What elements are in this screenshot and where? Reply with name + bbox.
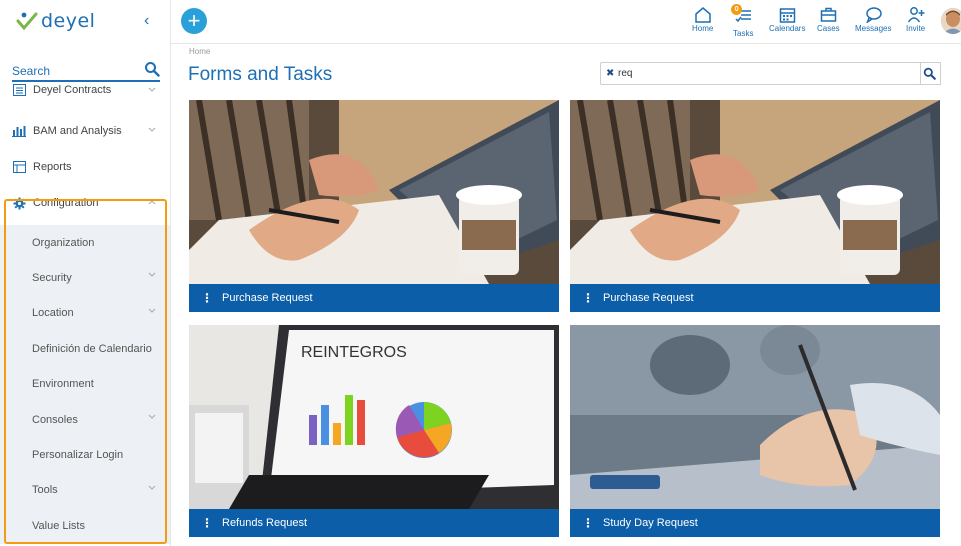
sidebar-subitem-consoles[interactable]: Consoles <box>0 401 170 438</box>
bar-chart-icon <box>12 124 26 138</box>
filter-value: req <box>618 68 633 79</box>
sidebar-subitem-label: Personalizar Login <box>32 449 124 462</box>
form-card-refunds-request[interactable]: REINTEGROS ⋮ Refunds Request <box>189 325 559 537</box>
card-title-bar: ⋮ Refunds Request <box>189 509 559 537</box>
sidebar-subitem-label: Definición de Calendario <box>32 342 152 355</box>
card-title-bar: ⋮ Purchase Request <box>570 284 940 312</box>
chevron-up-icon <box>148 200 156 205</box>
top-bar: + Home 0 Tasks Calendars Cases Messages … <box>171 0 961 44</box>
sidebar-subitem-label: Location <box>32 307 74 320</box>
card-title: Purchase Request <box>222 292 313 304</box>
sidebar-subitem-label: Environment <box>32 378 94 391</box>
nav-cases[interactable]: Cases <box>817 6 840 33</box>
card-image <box>570 325 940 509</box>
card-image <box>189 100 559 284</box>
card-title-bar: ⋮ Purchase Request <box>189 284 559 312</box>
clear-filter-icon[interactable]: ✖ <box>606 68 614 79</box>
form-card-study-day-request[interactable]: ⋮ Study Day Request <box>570 325 940 537</box>
form-card-purchase-request-2[interactable]: ⋮ Purchase Request <box>570 100 940 312</box>
sidebar-subitem-tools[interactable]: Tools <box>0 472 170 509</box>
sidebar-item-label: Configuration <box>33 197 99 209</box>
sidebar: deyel ‹ Search Deyel Contracts BAM and A… <box>0 0 171 546</box>
avatar[interactable] <box>941 8 961 34</box>
card-title: Refunds Request <box>222 517 307 529</box>
card-title-bar: ⋮ Study Day Request <box>570 509 940 537</box>
chevron-down-icon <box>148 414 156 419</box>
chevron-down-icon <box>148 87 156 92</box>
contracts-icon <box>12 83 26 97</box>
calendar-icon <box>779 8 795 23</box>
sidebar-subitem-environment[interactable]: Environment <box>0 366 170 402</box>
sidebar-item-label: Deyel Contracts <box>33 84 112 96</box>
sidebar-item-label: Reports <box>33 161 72 173</box>
chevron-down-icon <box>148 127 156 132</box>
card-image <box>570 100 940 284</box>
nav-messages[interactable]: Messages <box>855 6 891 33</box>
reports-icon <box>12 160 26 174</box>
collapse-sidebar-icon[interactable]: ‹ <box>144 12 149 30</box>
add-button[interactable]: + <box>181 8 207 34</box>
sidebar-subitem-security[interactable]: Security <box>0 260 170 296</box>
card-menu-icon[interactable]: ⋮ <box>201 516 213 530</box>
form-card-purchase-request[interactable]: ⋮ Purchase Request <box>189 100 559 312</box>
logo-mark-icon <box>16 12 38 31</box>
sidebar-subitem-value-lists[interactable]: Value Lists <box>0 508 170 544</box>
briefcase-icon <box>820 7 837 22</box>
logo-row: deyel ‹ <box>0 0 170 44</box>
sidebar-item-bam-analysis[interactable]: BAM and Analysis <box>0 109 170 153</box>
card-title: Study Day Request <box>603 517 698 529</box>
card-menu-icon[interactable]: ⋮ <box>582 516 594 530</box>
home-icon <box>694 7 711 23</box>
sidebar-item-configuration[interactable]: Configuration <box>0 181 170 225</box>
nav-home[interactable]: Home <box>692 6 713 33</box>
card-image: REINTEGROS <box>189 325 559 509</box>
nav-tasks[interactable]: 0 Tasks <box>731 4 753 38</box>
image-heading: REINTEGROS <box>301 344 407 361</box>
logo-text: deyel <box>41 10 96 32</box>
search-icon <box>923 67 936 80</box>
breadcrumb[interactable]: Home <box>189 47 210 56</box>
sidebar-subitem-label: Security <box>32 272 72 285</box>
nav-invite[interactable]: Invite <box>906 6 925 33</box>
sidebar-menu: Deyel Contracts BAM and Analysis Reports <box>0 84 170 544</box>
sidebar-subitem-label: Value Lists <box>32 519 85 532</box>
chevron-down-icon <box>148 485 156 490</box>
app: deyel ‹ Search Deyel Contracts BAM and A… <box>0 0 961 546</box>
nav-calendars[interactable]: Calendars <box>769 6 805 33</box>
filter-input[interactable]: ✖ req <box>600 62 921 85</box>
card-menu-icon[interactable]: ⋮ <box>582 291 594 305</box>
sidebar-item-label: BAM and Analysis <box>33 125 122 137</box>
deyel-logo[interactable]: deyel <box>16 10 95 32</box>
sidebar-subitem-calendar-definition[interactable]: Definición de Calendario <box>0 331 170 367</box>
page-title: Forms and Tasks <box>188 64 333 85</box>
sidebar-subitem-personalizar-login[interactable]: Personalizar Login <box>0 437 170 473</box>
sidebar-item-deyel-contracts[interactable]: Deyel Contracts <box>0 75 170 105</box>
invite-icon <box>907 7 925 23</box>
message-icon <box>865 7 882 23</box>
chevron-down-icon <box>148 273 156 278</box>
sidebar-subitem-label: Consoles <box>32 413 78 426</box>
filter-search-button[interactable] <box>919 62 941 85</box>
card-title: Purchase Request <box>603 292 694 304</box>
card-menu-icon[interactable]: ⋮ <box>201 291 213 305</box>
sidebar-item-reports[interactable]: Reports <box>0 153 170 181</box>
chevron-down-icon <box>148 308 156 313</box>
sidebar-subitem-label: Organization <box>32 236 95 249</box>
sidebar-subitem-organization[interactable]: Organization <box>0 225 170 261</box>
gear-icon <box>12 196 26 210</box>
sidebar-subitem-label: Tools <box>32 484 58 497</box>
sidebar-subitem-location[interactable]: Location <box>0 295 170 332</box>
